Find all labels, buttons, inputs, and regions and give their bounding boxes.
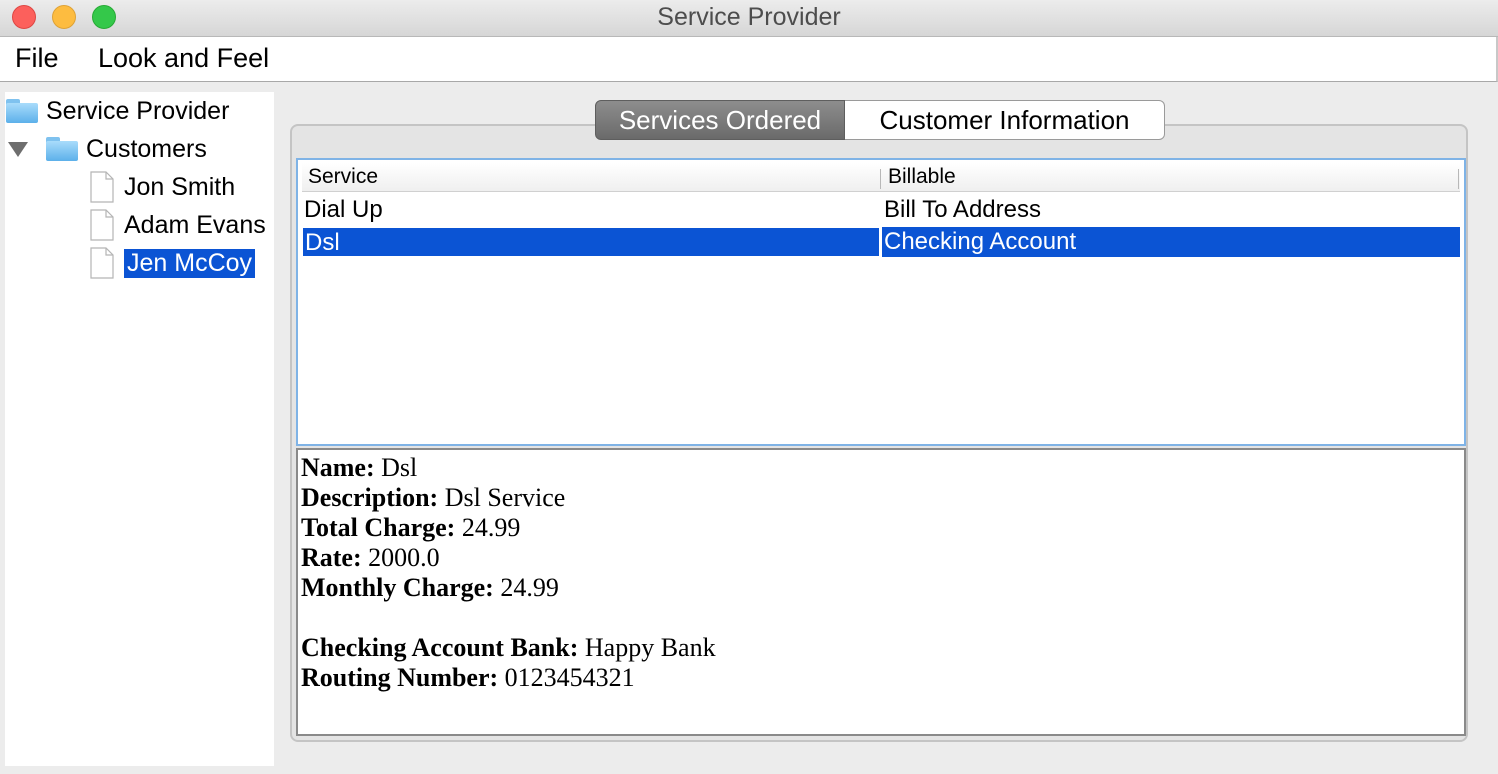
- tree-node-label-selected: Jen McCoy: [124, 248, 256, 278]
- expand-collapse-triangle-icon[interactable]: [8, 142, 28, 157]
- detail-value: Dsl: [381, 453, 418, 482]
- tree-node-adam-evans[interactable]: Adam Evans: [90, 208, 266, 242]
- detail-name: Name: Dsl: [301, 453, 417, 483]
- table-header: Service Billable: [302, 163, 1460, 192]
- column-divider: [1458, 169, 1459, 189]
- tab-bar: Services Ordered Customer Information: [595, 100, 1165, 140]
- detail-label: Total Charge:: [301, 513, 456, 542]
- detail-description: Description: Dsl Service: [301, 483, 565, 513]
- detail-value: Dsl Service: [444, 483, 566, 512]
- column-header-service[interactable]: Service: [308, 165, 378, 189]
- document-icon: [90, 171, 114, 203]
- cell-service: Dial Up: [304, 196, 383, 223]
- column-divider: [880, 169, 881, 189]
- column-header-billable[interactable]: Billable: [888, 165, 956, 189]
- tab-customer-information[interactable]: Customer Information: [845, 100, 1165, 140]
- tree-node-label: Service Provider: [46, 96, 230, 125]
- detail-value: 0123454321: [504, 663, 635, 692]
- title-bar: Service Provider: [0, 0, 1498, 37]
- tree-node-label: Customers: [86, 134, 207, 163]
- detail-value: Happy Bank: [584, 633, 716, 662]
- service-details-panel: Name: Dsl Description: Dsl Service Total…: [296, 448, 1466, 736]
- detail-value: 2000.0: [368, 543, 440, 572]
- detail-value: 24.99: [500, 573, 559, 602]
- table-row[interactable]: Dial Up Bill To Address: [302, 195, 1460, 225]
- document-icon: [90, 247, 114, 279]
- detail-total-charge: Total Charge: 24.99: [301, 513, 520, 543]
- tree-node-jon-smith[interactable]: Jon Smith: [90, 170, 235, 204]
- menu-file[interactable]: File: [15, 43, 59, 74]
- tree-node-jen-mccoy[interactable]: Jen McCoy: [90, 246, 256, 280]
- detail-label: Rate:: [301, 543, 362, 572]
- detail-checking-account-bank: Checking Account Bank: Happy Bank: [301, 633, 716, 663]
- detail-monthly-charge: Monthly Charge: 24.99: [301, 573, 559, 603]
- tree-node-customers[interactable]: Customers: [46, 132, 207, 166]
- detail-label: Monthly Charge:: [301, 573, 494, 602]
- services-table: Service Billable Dial Up Bill To Address…: [296, 158, 1466, 446]
- window-title: Service Provider: [657, 3, 841, 31]
- menu-bar: File Look and Feel: [0, 37, 1498, 82]
- document-icon: [90, 209, 114, 241]
- detail-label: Checking Account Bank:: [301, 633, 579, 662]
- tree-node-label: Jon Smith: [124, 172, 236, 201]
- tree-node-label: Adam Evans: [124, 210, 266, 239]
- cell-service: Dsl: [302, 227, 880, 257]
- cell-billable: Bill To Address: [884, 196, 1041, 223]
- cell-billable: Checking Account: [882, 227, 1460, 257]
- folder-icon: [6, 99, 38, 123]
- detail-value: 24.99: [461, 513, 521, 542]
- menu-look-and-feel[interactable]: Look and Feel: [98, 43, 269, 74]
- tab-services-ordered[interactable]: Services Ordered: [595, 100, 845, 140]
- folder-icon: [46, 137, 78, 161]
- detail-rate: Rate: 2000.0: [301, 543, 440, 573]
- tree-node-service-provider[interactable]: Service Provider: [6, 94, 229, 128]
- table-row-selected[interactable]: Dsl Checking Account: [302, 227, 1460, 257]
- detail-label: Routing Number:: [301, 663, 499, 692]
- detail-label: Description:: [301, 483, 439, 512]
- detail-label: Name:: [301, 453, 375, 482]
- detail-routing-number: Routing Number: 0123454321: [301, 663, 635, 693]
